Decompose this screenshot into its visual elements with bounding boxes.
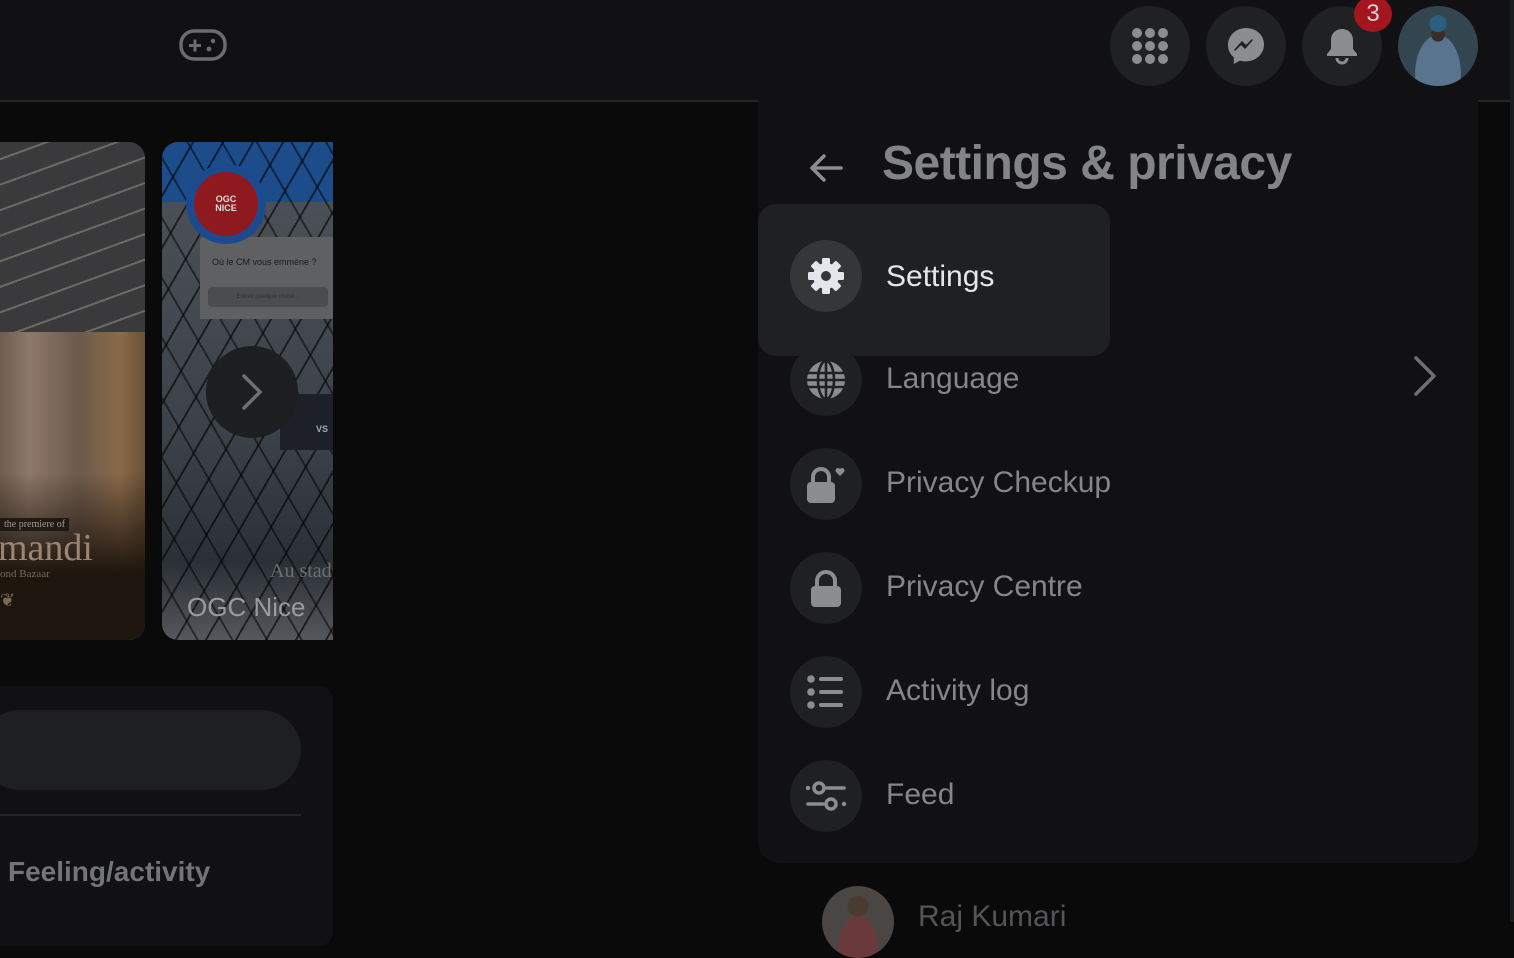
story-question: Où le CM vous emmène ? bbox=[212, 257, 317, 267]
contact-avatar[interactable] bbox=[822, 886, 894, 958]
menu-button[interactable] bbox=[1110, 6, 1190, 86]
menu-item-feed[interactable]: Feed bbox=[758, 760, 1478, 864]
globe-icon bbox=[807, 359, 845, 401]
page-scrollbar[interactable] bbox=[1510, 0, 1514, 922]
logo-text-line-2: NICE bbox=[215, 203, 237, 213]
notification-count-badge: 3 bbox=[1354, 0, 1392, 32]
arrow-left-icon bbox=[810, 154, 843, 182]
menu-item-icon-wrap bbox=[790, 448, 862, 520]
match-vs-text: VS bbox=[316, 424, 329, 434]
story-question-input: Entrez quelque chose... bbox=[208, 287, 328, 307]
messenger-icon bbox=[1228, 28, 1264, 64]
sliders-icon bbox=[805, 781, 847, 811]
story-author-name: OGC Nice bbox=[187, 592, 306, 622]
contact-name[interactable]: Raj Kumari bbox=[918, 900, 1066, 934]
menu-item-label: Privacy Checkup bbox=[886, 466, 1112, 499]
menu-item-icon-wrap bbox=[790, 552, 862, 624]
menu-item-icon-wrap bbox=[790, 344, 862, 416]
feeling-activity-button[interactable]: Feeling/activity bbox=[8, 856, 210, 888]
gear-icon bbox=[808, 258, 844, 294]
menu-item-label: Feed bbox=[886, 778, 955, 811]
top-navigation-bar: 3 bbox=[0, 0, 1510, 102]
story-card-ogc-nice[interactable]: Où le CM vous emmène ? Entrez quelque ch… bbox=[162, 142, 333, 640]
gaming-controller-icon[interactable] bbox=[178, 28, 228, 64]
chevron-right-icon bbox=[242, 374, 263, 410]
chevron-right-icon[interactable] bbox=[1404, 354, 1444, 398]
menu-title: Settings & privacy bbox=[882, 137, 1292, 190]
stories-next-button[interactable] bbox=[206, 346, 298, 438]
ornament-icon: ❦ bbox=[0, 590, 16, 610]
menu-item-icon-wrap bbox=[790, 240, 862, 312]
menu-item-label: Privacy Centre bbox=[886, 570, 1083, 603]
menu-item-label: Activity log bbox=[886, 674, 1030, 707]
story-caption-title: mandi bbox=[0, 527, 93, 569]
menu-item-activity-log[interactable]: Activity log bbox=[758, 656, 1478, 760]
menu-item-language[interactable]: Language bbox=[758, 344, 1478, 448]
menu-item-label: Settings bbox=[886, 260, 995, 293]
story-card[interactable]: the premiere of mandi ond Bazaar ❦ bbox=[0, 142, 145, 640]
menu-item-settings[interactable]: Settings bbox=[758, 204, 1110, 356]
menu-item-icon-wrap bbox=[790, 760, 862, 832]
lock-icon bbox=[811, 570, 841, 607]
back-button[interactable] bbox=[802, 144, 850, 192]
profile-avatar[interactable] bbox=[1398, 6, 1478, 86]
lock-heart-icon bbox=[807, 467, 845, 503]
story-avatar-ring: OGC NICE bbox=[186, 164, 266, 244]
menu-item-label: Language bbox=[886, 362, 1020, 395]
post-composer: Feeling/activity bbox=[0, 686, 333, 946]
story-question-card: Où le CM vous emmène ? Entrez quelque ch… bbox=[200, 237, 333, 319]
story-overlay-text: Au stad bbox=[270, 560, 332, 582]
grid-menu-icon bbox=[1132, 28, 1168, 64]
list-icon bbox=[807, 675, 843, 709]
menu-item-privacy-centre[interactable]: Privacy Centre bbox=[758, 552, 1478, 656]
ogc-nice-logo-icon: OGC NICE bbox=[194, 172, 258, 236]
menu-item-privacy-checkup[interactable]: Privacy Checkup bbox=[758, 448, 1478, 552]
bell-icon bbox=[1327, 29, 1357, 65]
story-caption-sub: ond Bazaar bbox=[0, 568, 50, 580]
divider bbox=[0, 814, 301, 816]
whats-on-your-mind-input[interactable] bbox=[0, 710, 301, 790]
menu-item-icon-wrap bbox=[790, 656, 862, 728]
messenger-button[interactable] bbox=[1206, 6, 1286, 86]
settings-privacy-menu: Settings & privacy Settings Language Pri… bbox=[758, 100, 1478, 863]
